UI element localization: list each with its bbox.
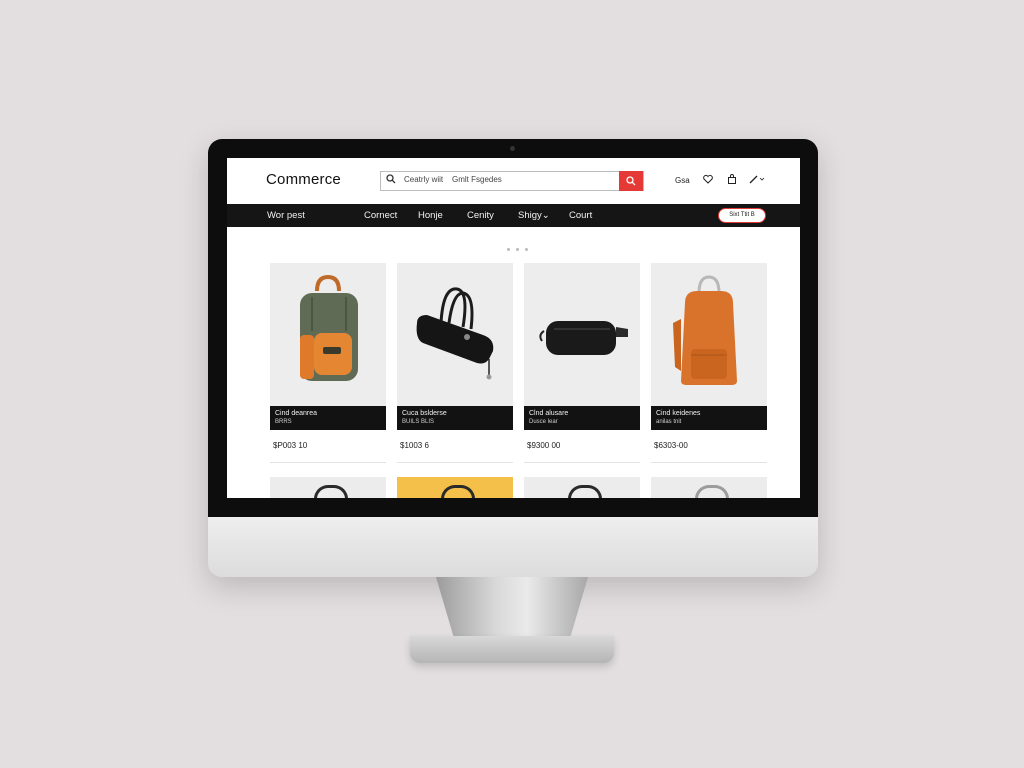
product-name[interactable]: Clnd alusare [529,410,568,417]
bag-handle-icon [695,485,729,498]
nav-item-4[interactable]: Cenity [467,210,494,221]
product-image[interactable] [651,263,767,406]
product-image[interactable] [270,263,386,406]
product-name[interactable]: Cind keidenes [656,410,700,417]
product-card-partial[interactable] [651,477,767,498]
divider [270,462,386,463]
product-image[interactable] [524,263,640,406]
monitor-stand [436,577,588,639]
camera-icon [510,146,515,151]
site-logo[interactable]: Commerce [266,171,341,188]
product-caption: Cind keidenes anilas tnit [651,406,767,430]
search-placeholder: Ceatrly wiit Gmlt Fsgedes [404,175,502,184]
product-caption: Cuca bslderse BUILS BLIS [397,406,513,430]
header-link[interactable]: Gsa [675,176,690,185]
orange-backpack-icon [673,275,737,385]
product-card-partial[interactable] [397,477,513,498]
product-subtitle: BUILS BLIS [402,419,435,425]
product-card[interactable]: Clnd alusare Dusce lear $9300 00 [524,263,640,465]
product-image[interactable] [397,263,513,406]
product-subtitle: anilas tnit [656,419,682,425]
monitor-chin [208,517,818,577]
carousel-dot[interactable] [516,248,519,251]
carousel-dots[interactable] [507,238,534,256]
monitor: Commerce Ceatrly wiit Gmlt Fsgedes Gsa W… [208,139,818,577]
divider [397,462,513,463]
product-name[interactable]: Cuca bslderse [402,410,447,417]
product-card-partial[interactable] [524,477,640,498]
product-name[interactable]: Cind deanrea [275,410,317,417]
product-card[interactable]: Cind keidenes anilas tnit $6303-00 [651,263,767,465]
heart-icon[interactable] [703,174,713,187]
product-price: $9300 00 [527,441,561,450]
main-nav: Wor pest Cornect Honje Cenity Shigy⌄ Cou… [227,204,800,227]
nav-item-3[interactable]: Honje [418,210,443,221]
search-input[interactable]: Ceatrly wiit Gmlt Fsgedes [380,171,644,191]
product-card[interactable]: Cind deanrea BRRS $P003 10 [270,263,386,465]
product-caption: Clnd alusare Dusce lear [524,406,640,430]
edit-icon[interactable] [749,174,765,187]
product-price: $1003 6 [400,441,429,450]
monitor-bezel: Commerce Ceatrly wiit Gmlt Fsgedes Gsa W… [208,139,818,517]
divider [524,462,640,463]
divider [651,462,767,463]
product-card-partial[interactable] [270,477,386,498]
bag-handle-icon [568,485,602,498]
search-icon [626,176,636,186]
black-belt-bag-icon [539,321,628,355]
carousel-dot[interactable] [525,248,528,251]
search-button[interactable] [619,171,643,191]
product-caption: Cind deanrea BRRS [270,406,386,430]
nav-item-1[interactable]: Wor pest [267,210,305,221]
nav-item-2[interactable]: Cornect [364,210,397,221]
product-price: $P003 10 [273,441,308,450]
carousel-dot[interactable] [507,248,510,251]
web-page: Commerce Ceatrly wiit Gmlt Fsgedes Gsa W… [227,158,800,498]
search-icon [386,174,396,187]
nav-cta-button[interactable]: Sixt Ttit B [718,208,766,223]
product-price: $6303-00 [654,441,688,450]
black-handbag-icon [416,287,494,380]
green-orange-backpack-icon [300,274,358,381]
bag-handle-icon [314,485,348,498]
bag-icon[interactable] [727,174,737,187]
bag-handle-icon [441,485,475,498]
monitor-stand-base [410,636,614,663]
site-header: Commerce Ceatrly wiit Gmlt Fsgedes Gsa [227,158,800,203]
nav-item-shop[interactable]: Shigy⌄ [518,210,550,221]
product-subtitle: BRRS [275,419,292,425]
nav-item-cart[interactable]: Court [569,210,592,221]
product-subtitle: Dusce lear [529,419,558,425]
product-card[interactable]: Cuca bslderse BUILS BLIS $1003 6 [397,263,513,465]
